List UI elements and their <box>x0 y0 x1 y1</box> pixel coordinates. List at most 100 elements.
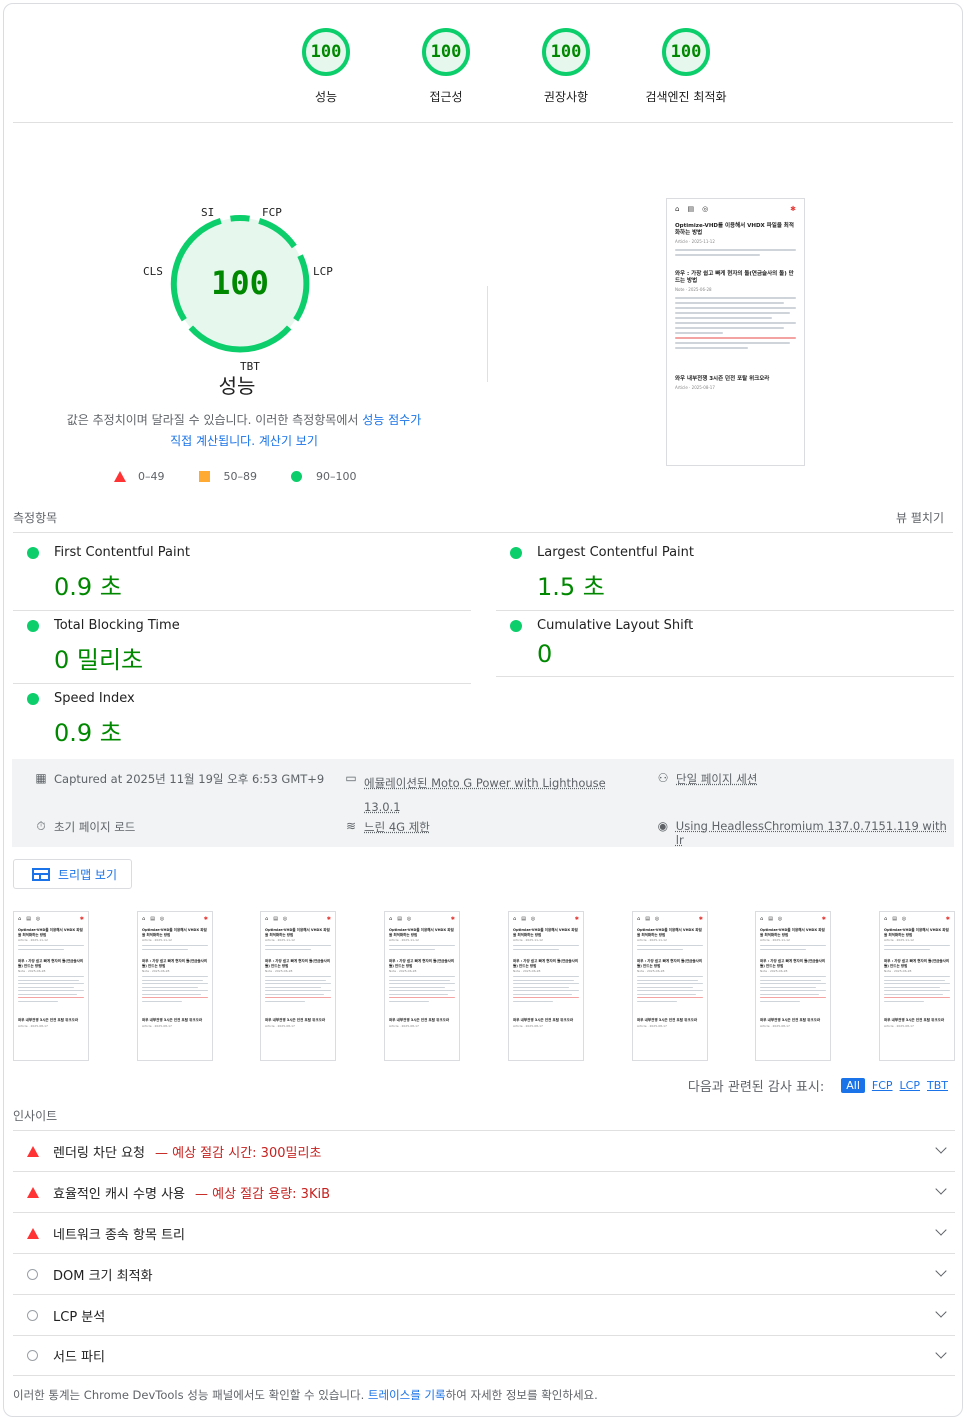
score-legend: 0–49 50–89 90–100 <box>114 470 391 483</box>
gauge-label: 접근성 <box>429 90 463 104</box>
metric-label-fcp: FCP <box>262 206 282 219</box>
chevron-down-icon <box>935 1183 947 1195</box>
calculated-link[interactable]: 직접 계산됩니다. <box>170 434 255 448</box>
mini-post-meta: Note · 2025-06-28 <box>675 287 712 292</box>
session-icon: ⚇ <box>657 771 669 785</box>
calendar-icon: ▦ <box>35 771 47 785</box>
runtime-network[interactable]: ≋ 느린 4G 제한 <box>344 819 430 835</box>
metric-label-cls: CLS <box>143 265 163 278</box>
mini-post-meta: Article · 2025-08-17 <box>675 385 715 390</box>
metric-name: Largest Contentful Paint <box>537 545 695 560</box>
neutral-circle-icon <box>27 1309 38 1321</box>
final-screenshot[interactable]: ⌂ ▤ ◎ ✱ Optimize-VHD를 이용해서 VHDX 파일을 최적화하… <box>666 198 805 466</box>
gauge-accessibility[interactable]: 100 접근성 <box>386 28 506 105</box>
insight-render-blocking[interactable]: 렌더링 차단 요청 — 예상 절감 시간: 300밀리초 <box>13 1130 955 1171</box>
pass-circle-icon <box>27 546 39 559</box>
filter-chip-all[interactable]: All <box>841 1078 865 1093</box>
gauge-score: 100 <box>542 28 590 76</box>
chrome-icon: ◉ <box>657 819 669 833</box>
metric-tbt: Total Blocking Time 0 밀리초 <box>13 618 471 684</box>
filmstrip-frame: ⌂ ▤ ◎ ✱ Optimize-VHD를 이용해서 VHDX 파일을 최적화하는 방법… <box>137 911 213 1061</box>
metric-fcp: First Contentful Paint 0.9 초 <box>13 545 471 611</box>
chevron-down-icon <box>935 1142 947 1154</box>
legend-pass: 90–100 <box>291 470 357 483</box>
pass-circle-icon <box>27 619 39 632</box>
fail-triangle-icon <box>27 1227 39 1239</box>
insight-lcp-breakdown[interactable]: LCP 분석 <box>13 1294 955 1335</box>
settings-icon: ◎ <box>702 205 709 213</box>
metrics-section-label: 측정항목 <box>13 511 58 525</box>
insight-third-parties[interactable]: 서드 파티 <box>13 1335 955 1376</box>
metric-cls: Cumulative Layout Shift 0 <box>496 618 954 677</box>
metric-lcp: Largest Contentful Paint 1.5 초 <box>496 545 954 611</box>
mini-post-title: 와우 : 가장 쉽고 빠게 현자의 돌(연금술사의 돌) 만드는 방법 <box>675 271 794 284</box>
neutral-circle-icon <box>27 1268 38 1280</box>
filmstrip: ⌂ ▤ ◎ ✱ Optimize-VHD를 이용해서 VHDX 파일을 최적화하는 방법… <box>13 911 955 1063</box>
runtime-load: ⏱ 초기 페이지 로드 <box>34 819 135 835</box>
runtime-device[interactable]: ▭ 에뮬레이션된 Moto G Power with Lighthouse 13… <box>344 771 605 819</box>
filter-chip-tbt[interactable]: TBT <box>927 1079 948 1092</box>
gauge-best-practices[interactable]: 100 권장사항 <box>506 28 626 105</box>
runtime-captured: ▦ Captured at 2025년 11월 19일 오후 6:53 GMT+9 <box>35 771 325 786</box>
performance-score: 100 <box>211 264 269 302</box>
mini-post-title: Optimize-VHD를 이용해서 VHDX 파일을 최적화하는 방법 <box>675 223 794 236</box>
insight-savings: — 예상 절감 시간: 300밀리초 <box>155 1145 322 1161</box>
legend-average: 50–89 <box>198 470 257 483</box>
insight-title: 효율적인 캐시 수명 사용 <box>53 1186 185 1202</box>
legend-fail: 0–49 <box>114 470 165 483</box>
metric-value: 0 <box>537 640 553 668</box>
treemap-button[interactable]: 트리맵 보기 <box>13 859 132 889</box>
fail-triangle-icon <box>27 1145 39 1157</box>
filmstrip-frame: ⌂ ▤ ◎ ✱ Optimize-VHD를 이용해서 VHDX 파일을 최적화하는 방법… <box>13 911 89 1061</box>
runtime-browser[interactable]: ◉ Using HeadlessChromium 137.0.7151.119 w… <box>656 819 954 847</box>
metric-name: Cumulative Layout Shift <box>537 618 694 633</box>
pass-circle-icon <box>510 546 522 559</box>
gauge-score: 100 <box>422 28 470 76</box>
home-icon: ⌂ <box>675 205 680 213</box>
fail-triangle-icon <box>114 471 126 482</box>
lighthouse-report: 100 성능 100 접근성 100 권장사항 100 검색엔진 최적화 100… <box>3 3 963 1417</box>
insight-title: 서드 파티 <box>53 1350 105 1365</box>
gauge-performance[interactable]: 100 성능 <box>266 28 386 105</box>
filter-chip-lcp[interactable]: LCP <box>900 1079 920 1092</box>
insights-section-label: 인사이트 <box>13 1109 58 1123</box>
pass-circle-icon <box>291 471 302 482</box>
calculator-link[interactable]: 계산기 보기 <box>259 434 318 448</box>
score-description: 값은 추정치이며 달라질 수 있습니다. 이러한 측정항목에서 성능 점수가 직… <box>66 413 422 448</box>
metric-value: 0.9 초 <box>54 719 122 747</box>
insight-cache-lifetime[interactable]: 효율적인 캐시 수명 사용 — 예상 절감 용량: 3KiB <box>13 1171 955 1212</box>
filter-chip-fcp[interactable]: FCP <box>872 1079 893 1092</box>
filmstrip-frame: ⌂ ▤ ◎ ✱ Optimize-VHD를 이용해서 VHDX 파일을 최적화하는 방법… <box>384 911 460 1061</box>
audit-filter: 다음과 관련된 감사 표시: All FCP LCP TBT <box>688 1076 948 1095</box>
chevron-down-icon <box>935 1347 947 1359</box>
expand-view-toggle[interactable]: 뷰 펼치기 <box>896 509 944 526</box>
insight-savings: — 예상 절감 용량: 3KiB <box>195 1186 330 1202</box>
ring-segment-si <box>230 215 250 222</box>
gauge-seo[interactable]: 100 검색엔진 최적화 <box>626 28 746 105</box>
performance-score-link[interactable]: 성능 점수가 <box>362 413 421 427</box>
insight-title: 렌더링 차단 요청 <box>53 1145 145 1161</box>
metric-name: Speed Index <box>54 691 135 706</box>
filmstrip-frame: ⌂ ▤ ◎ ✱ Optimize-VHD를 이용해서 VHDX 파일을 최적화하는 방법… <box>879 911 955 1061</box>
average-square-icon <box>198 471 210 482</box>
record-trace-link[interactable]: 트레이스를 기록 <box>368 1388 446 1402</box>
runtime-session[interactable]: ⚇ 단일 페이지 세션 <box>656 771 758 787</box>
insight-title: DOM 크기 최적화 <box>53 1268 153 1284</box>
metric-label-si: SI <box>201 206 215 219</box>
devices-icon: ▭ <box>345 771 357 785</box>
vertical-divider <box>487 286 488 382</box>
insight-dom-size[interactable]: DOM 크기 최적화 <box>13 1253 955 1294</box>
filmstrip-frame: ⌂ ▤ ◎ ✱ Optimize-VHD를 이용해서 VHDX 파일을 최적화하는 방법… <box>260 911 336 1061</box>
insight-title: LCP 분석 <box>53 1309 106 1325</box>
footer-note: 이러한 통계는 Chrome DevTools 성능 패널에서도 확인할 수 있… <box>13 1388 598 1402</box>
wifi-icon: ≋ <box>345 819 357 833</box>
performance-title: 성능 <box>218 374 256 398</box>
metric-value: 0.9 초 <box>54 573 122 601</box>
filmstrip-frame: ⌂ ▤ ◎ ✱ Optimize-VHD를 이용해서 VHDX 파일을 최적화하는 방법… <box>508 911 584 1061</box>
menu-icon: ▤ <box>687 205 695 213</box>
insight-network-tree[interactable]: 네트워크 종속 항목 트리 <box>13 1212 955 1253</box>
mini-post-title: 와우 내부전쟁 3시즌 던전 포탈 위크오라 <box>675 376 770 382</box>
pass-circle-icon <box>27 692 39 705</box>
mini-post-meta: Article · 2025-11-12 <box>675 239 715 244</box>
chevron-down-icon <box>935 1224 947 1236</box>
